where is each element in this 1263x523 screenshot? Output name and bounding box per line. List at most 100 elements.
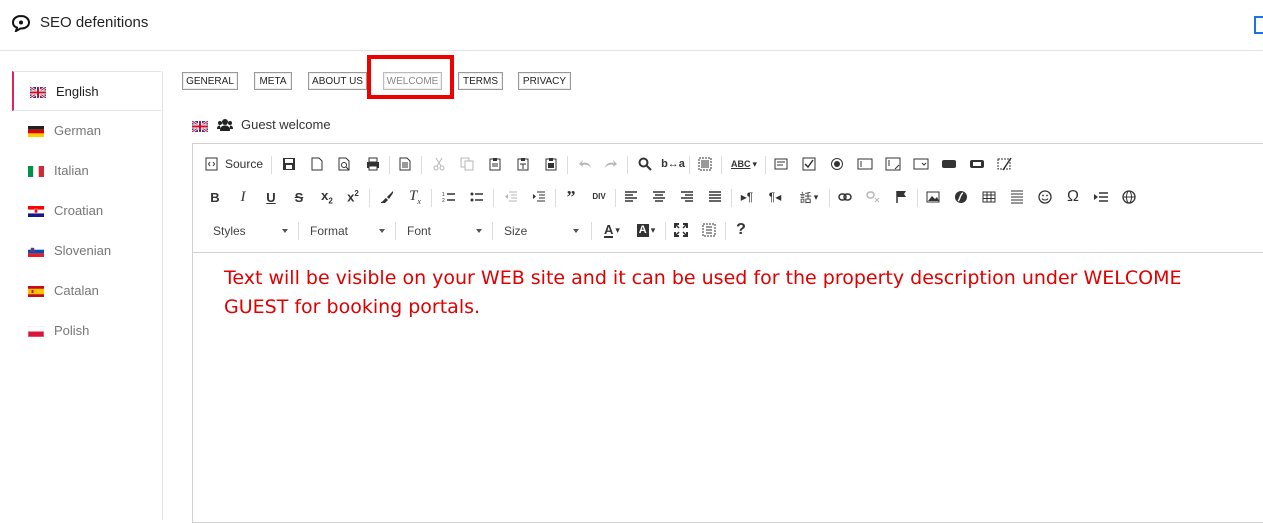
tab-meta[interactable]: META	[254, 72, 292, 90]
help-button[interactable]: ?	[731, 218, 751, 242]
language-label: English	[56, 84, 99, 99]
checkbox-button[interactable]	[799, 152, 819, 176]
redo-button[interactable]	[601, 152, 621, 176]
underline-button[interactable]: U	[261, 185, 281, 209]
select-field-button[interactable]	[911, 152, 931, 176]
templates-button[interactable]	[395, 152, 415, 176]
form-button[interactable]	[771, 152, 791, 176]
language-item-german[interactable]: German	[12, 111, 161, 151]
background-color-button[interactable]: A ▾	[631, 218, 661, 242]
align-right-button[interactable]	[677, 185, 697, 209]
print-button[interactable]	[363, 152, 383, 176]
justify-button[interactable]	[705, 185, 725, 209]
align-center-button[interactable]	[649, 185, 669, 209]
show-blocks-button[interactable]	[699, 218, 719, 242]
language-icon: 話	[799, 190, 812, 205]
chevron-down-icon	[379, 229, 385, 233]
paste-button[interactable]	[485, 152, 505, 176]
editor-content[interactable]: Text will be visible on your WEB site an…	[224, 264, 1234, 322]
size-dropdown[interactable]: Size	[494, 218, 589, 244]
unlink-button[interactable]	[863, 185, 883, 209]
text-field-button[interactable]	[855, 152, 875, 176]
maximize-button[interactable]	[671, 218, 691, 242]
copy-button[interactable]	[457, 152, 477, 176]
tab-about-us[interactable]: ABOUT US	[308, 72, 367, 90]
hidden-field-button[interactable]	[995, 152, 1015, 176]
link-icon	[838, 193, 852, 201]
maximize-icon	[674, 223, 688, 237]
text-color-button[interactable]: A ▾	[597, 218, 627, 242]
tab-terms[interactable]: TERMS	[458, 72, 503, 90]
blockquote-button[interactable]: ”	[561, 185, 581, 209]
language-item-polish[interactable]: Polish	[12, 311, 161, 351]
horizontal-rule-button[interactable]	[1007, 185, 1027, 209]
paste-word-button[interactable]	[541, 152, 561, 176]
button-field-button[interactable]	[939, 152, 959, 176]
language-item-italian[interactable]: Italian	[12, 151, 161, 191]
language-item-catalan[interactable]: Catalan	[12, 271, 161, 311]
copy-format-button[interactable]	[377, 185, 397, 209]
source-button[interactable]: Source	[205, 152, 269, 176]
format-dropdown[interactable]: Format	[300, 218, 395, 244]
find-button[interactable]	[635, 152, 655, 176]
flash-button[interactable]	[951, 185, 971, 209]
image-button[interactable]	[923, 185, 943, 209]
indent-button[interactable]	[529, 185, 549, 209]
bold-button[interactable]: B	[205, 185, 225, 209]
subscript-button[interactable]: x2	[317, 185, 337, 209]
paste-text-button[interactable]	[513, 152, 533, 176]
new-page-icon	[311, 157, 323, 171]
table-button[interactable]	[979, 185, 999, 209]
undo-icon	[579, 160, 591, 168]
font-dropdown[interactable]: Font	[397, 218, 492, 244]
source-icon	[205, 157, 218, 171]
link-button[interactable]	[835, 185, 855, 209]
language-label: Polish	[54, 323, 90, 338]
rtl-button[interactable]: ¶◂	[765, 185, 785, 209]
special-char-button[interactable]: Ω	[1063, 185, 1083, 209]
page-break-button[interactable]	[1091, 185, 1111, 209]
preview-button[interactable]	[335, 152, 355, 176]
language-item-slovenian[interactable]: Slovenian	[12, 231, 161, 271]
tab-general[interactable]: GENERAL	[182, 72, 238, 90]
save-button[interactable]	[279, 152, 299, 176]
cut-button[interactable]	[429, 152, 449, 176]
toolbar-separator	[731, 189, 732, 207]
cut-icon	[433, 157, 445, 171]
italy-flag-icon	[28, 166, 44, 177]
align-right-icon	[681, 191, 693, 202]
styles-dropdown[interactable]: Styles	[203, 218, 298, 244]
image-button-field-button[interactable]	[967, 152, 987, 176]
italic-button[interactable]: I	[233, 185, 253, 209]
textarea-button[interactable]	[883, 152, 903, 176]
globe-icon	[1122, 190, 1136, 204]
smiley-icon	[1038, 190, 1052, 204]
radio-button[interactable]	[827, 152, 847, 176]
corner-button[interactable]	[1254, 16, 1263, 34]
smiley-button[interactable]	[1035, 185, 1055, 209]
new-page-button[interactable]	[307, 152, 327, 176]
toolbar-separator	[689, 156, 690, 174]
iframe-button[interactable]	[1119, 185, 1139, 209]
tab-privacy[interactable]: PRIVACY	[518, 72, 571, 90]
source-label: Source	[225, 157, 264, 171]
remove-format-button[interactable]: Tx	[405, 185, 425, 209]
outdent-button[interactable]	[501, 185, 521, 209]
numbered-list-button[interactable]: 12	[439, 185, 459, 209]
bulleted-list-button[interactable]	[467, 185, 487, 209]
div-container-button[interactable]: DIV	[589, 185, 609, 209]
language-item-croatian[interactable]: Croatian	[12, 191, 161, 231]
toolbar-separator	[271, 156, 272, 174]
language-item-english[interactable]: English	[12, 71, 161, 111]
ltr-button[interactable]: ▸¶	[737, 185, 757, 209]
undo-button[interactable]	[575, 152, 595, 176]
strikethrough-button[interactable]: S	[289, 185, 309, 209]
language-button[interactable]: 話 ▾	[793, 185, 825, 209]
spellcheck-button[interactable]: ABC ▾	[727, 152, 761, 176]
superscript-button[interactable]: x2	[343, 185, 363, 209]
anchor-button[interactable]	[891, 185, 911, 209]
align-left-button[interactable]	[621, 185, 641, 209]
textarea-icon	[885, 157, 901, 171]
replace-button[interactable]: b↔a	[661, 152, 685, 176]
select-all-button[interactable]	[695, 152, 715, 176]
